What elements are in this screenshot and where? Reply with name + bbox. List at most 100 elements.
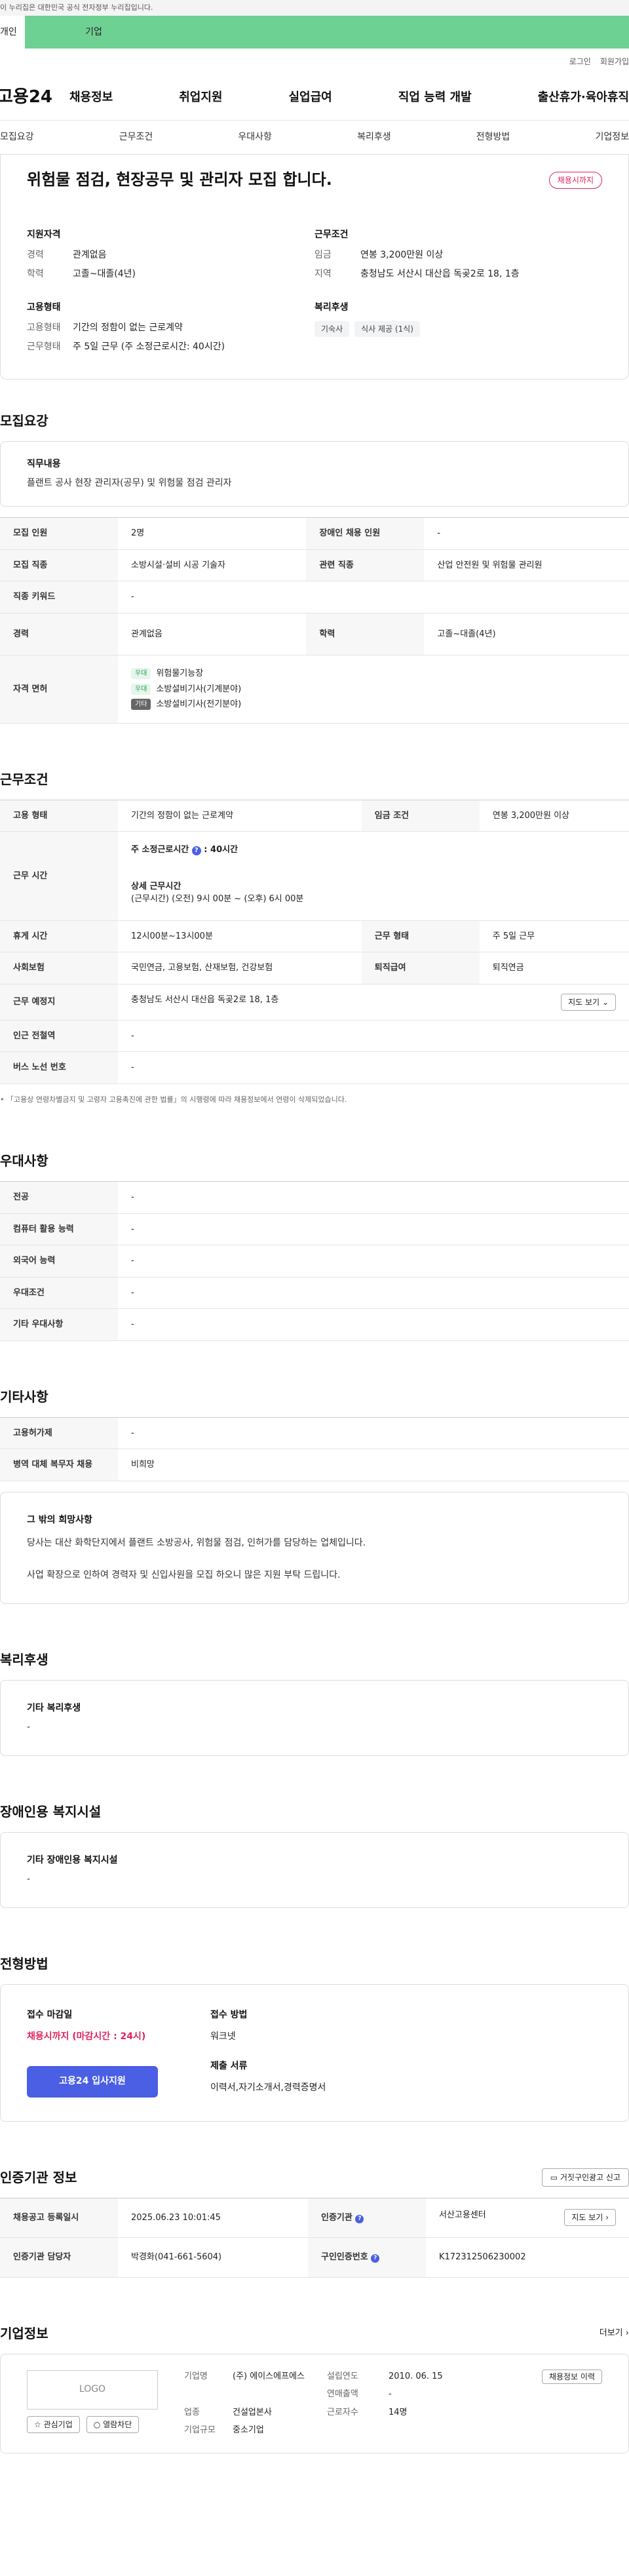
welfare-box: 기타 복리후생 - [0, 1679, 629, 1756]
menu-parental-leave[interactable]: 출산휴가·육아휴직 [538, 88, 629, 106]
table-row: 병역 대체 복무자 채용 비희망 [0, 1449, 629, 1481]
apply-button[interactable]: 고용24 입사지원 [27, 2065, 158, 2098]
section-anchors: 모집요강 근무조건 우대사항 복리후생 전형방법 기업정보 [0, 121, 629, 155]
age-note: • 「고용상 연령차별금지 및 고령자 고용촉진에 관한 법률」의 시행령에 따… [0, 1095, 347, 1104]
menu-training[interactable]: 직업 능력 개발 [398, 88, 472, 106]
anchor-pref[interactable]: 우대사항 [238, 130, 272, 144]
circle-icon: ○ [93, 2419, 101, 2429]
license-item: 기타 소방설비기사(전기분야) [131, 698, 616, 711]
chevron-down-icon: ⌄ [601, 997, 609, 1007]
table-row: 자격 면허 우대 위험물기능장 우대 소방설비기사(기계분야) 기타 소방설비기사(전… [0, 655, 629, 724]
table-row: 근무 예정지 충청남도 서산시 대산읍 독곶2로 18, 1층 지도 보기 ⌄ [0, 984, 629, 1021]
anchor-apply[interactable]: 전형방법 [476, 130, 510, 144]
disabled-title: 장애인용 복지시설 [0, 1803, 102, 1820]
summary-row: 경력 관계없음 [27, 250, 107, 260]
anchor-welfare[interactable]: 복리후생 [357, 130, 391, 144]
anchor-recruit[interactable]: 모집요강 [0, 130, 34, 144]
deadline-text: 채용시까지 (마감시간 : 24시) [27, 2031, 146, 2042]
table-row: 모집 인원 2명 장애인 채용 인원 - [0, 517, 629, 550]
report-button[interactable]: ▭ 거짓구인광고 신고 [541, 2168, 629, 2187]
qual-title: 지원자격 [27, 229, 61, 240]
table-row: 휴게 시간 12시00분~13시00분 근무 형태 주 5일 근무 [0, 920, 629, 952]
summary-row: 근무형태 주 5일 근무 (주 소정근로시간: 40시간) [27, 342, 225, 352]
star-icon: ☆ [34, 2419, 41, 2429]
duty-label: 직무내용 [27, 459, 61, 469]
deadline-badge: 채용시까지 [548, 172, 602, 189]
history-button[interactable]: 채용정보 이력 [541, 2369, 602, 2384]
recruit-title: 모집요강 [0, 413, 48, 429]
apply-box: 접수 마감일 채용시까지 (마감시간 : 24시) 고용24 입사지원 접수 방… [0, 1983, 629, 2122]
menu-employment-support[interactable]: 취업지원 [179, 88, 222, 106]
menu-unemployment-benefit[interactable]: 실업급여 [289, 88, 332, 106]
info-icon: ? [355, 2214, 364, 2223]
company-title: 기업정보 [0, 2325, 48, 2341]
table-row: 고용허가제 - [0, 1417, 629, 1449]
summary-row: 임금 연봉 3,200만원 이상 [314, 250, 444, 260]
info-icon: ? [191, 846, 201, 855]
map-view-button[interactable]: 지도 보기 ⌄ [561, 993, 616, 1011]
welfare-chip: 식사 제공 (1식) [354, 321, 420, 337]
favorite-button[interactable]: ☆ 관심기업 [27, 2415, 80, 2433]
user-type-tabs: 개인 기업 [0, 16, 629, 49]
info-icon: ? [371, 2254, 380, 2263]
cond-title: 근무조건 [314, 229, 349, 240]
company-box: LOGO ☆ 관심기업 ○ 열람차단 기업명 (주) 에이스에프에스 설립연도 20… [0, 2353, 629, 2453]
chevron-right-icon: › [625, 2328, 629, 2338]
apply-title: 전형방법 [0, 1955, 48, 1972]
main-menu: 채용정보 취업지원 실업급여 직업 능력 개발 출산휴가·육아휴직 [69, 88, 629, 106]
gov-notice-bar: 이 누리집은 대한민국 공식 전자정부 누리집입니다. [0, 0, 629, 16]
company-logo: LOGO [27, 2370, 158, 2410]
welfare-title: 복리후생 [314, 302, 349, 313]
welfare-chips: 기숙사 식사 제공 (1식) [314, 321, 602, 337]
table-row: 직종 키워드 - [0, 581, 629, 614]
pref-title: 우대사항 [0, 1153, 48, 1169]
summary-columns: 지원자격 경력 관계없음 학력 고졸~대졸(4년) 고용형태 고용형태 기간의 정함이… [27, 228, 602, 359]
utility-links: 로그인 회원가입 [0, 49, 629, 75]
global-nav: 고용24 채용정보 취업지원 실업급여 직업 능력 개발 출산휴가·육아휴직 [0, 75, 629, 121]
menu-jobs[interactable]: 채용정보 [69, 88, 113, 106]
license-item: 우대 위험물기능장 [131, 667, 616, 680]
table-row: 전공 - [0, 1181, 629, 1214]
table-row: 버스 노선 번호 - [0, 1051, 629, 1084]
gov-notice-text: 이 누리집은 대한민국 공식 전자정부 누리집입니다. [0, 3, 153, 12]
signup-link[interactable]: 회원가입 [600, 56, 629, 68]
megaphone-icon: ▭ [550, 2172, 558, 2182]
job-summary-card: 위험물 점검, 현장공무 및 관리자 모집 합니다. 채용시까지 지원자격 경력… [0, 155, 629, 380]
block-button[interactable]: ○ 열람차단 [86, 2415, 140, 2433]
type-title: 고용형태 [27, 302, 61, 313]
etc-table: 고용허가제 - 병역 대체 복무자 채용 비희망 [0, 1416, 629, 1481]
table-row: 인근 전철역 - [0, 1020, 629, 1052]
work-title: 근무조건 [0, 771, 48, 787]
wish-box: 그 밖의 희망사항 당사는 대산 화학단지에서 플랜트 소방공사, 위험물 점검… [0, 1491, 629, 1604]
chevron-right-icon: › [605, 2213, 609, 2223]
work-table: 고용 형태 기간의 정함이 없는 근로계약 임금 조건 연봉 3,200만원 이상 … [0, 799, 629, 1084]
table-row: 모집 직종 소방시설·설비 시공 기술자 관련 직종 산업 안전원 및 위험물 관리… [0, 549, 629, 581]
table-row: 외국어 능력 - [0, 1245, 629, 1278]
table-row: 인증기관 담당자 박경화(041-661-5604) 구인인증번호 ? K1723… [0, 2237, 629, 2278]
summary-row: 고용형태 기간의 정함이 없는 근로계약 [27, 322, 183, 333]
more-link[interactable]: 더보기 › [600, 2327, 629, 2340]
summary-left: 지원자격 경력 관계없음 학력 고졸~대졸(4년) 고용형태 고용형태 기간의 정함이… [27, 228, 314, 359]
agency-map-button[interactable]: 지도 보기 › [564, 2209, 616, 2227]
anchor-work[interactable]: 근무조건 [119, 130, 153, 144]
table-row: 컴퓨터 활용 능력 - [0, 1213, 629, 1245]
table-row: 우대조건 - [0, 1277, 629, 1309]
table-row: 사회보험 국민연금, 고용보험, 산재보험, 건강보험 퇴직급여 퇴직연금 [0, 952, 629, 985]
duty-box: 직무내용 플랜트 공사 현장 관리자(공무) 및 위험물 점검 관리자 [0, 441, 629, 507]
company-info: 기업명 (주) 에이스에프에스 설립연도 2010. 06. 15 연매출액 - 업종… [184, 2371, 443, 2436]
etc-title: 기타사항 [0, 1388, 48, 1405]
tab-personal[interactable]: 개인 [0, 16, 25, 49]
pref-table: 전공 - 컴퓨터 활용 능력 - 외국어 능력 - 우대조건 - 기타 우대사항 - [0, 1181, 629, 1341]
welfare-chip: 기숙사 [314, 321, 350, 337]
recruit-table: 모집 인원 2명 장애인 채용 인원 - 모집 직종 소방시설·설비 시공 기술자 관… [0, 517, 629, 724]
table-row: 기타 우대사항 - [0, 1308, 629, 1341]
agency-table: 채용공고 등록일시 2025.06.23 10:01:45 인증기관 ? 서산고용… [0, 2197, 629, 2278]
tab-company[interactable]: 기업 [25, 16, 162, 49]
login-link[interactable]: 로그인 [569, 56, 591, 68]
site-logo[interactable]: 고용24 [0, 85, 69, 110]
table-row: 경력 관계없음 학력 고졸~대졸(4년) [0, 613, 629, 655]
summary-row: 학력 고졸~대졸(4년) [27, 269, 136, 279]
license-item: 우대 소방설비기사(기계분야) [131, 683, 616, 696]
anchor-company[interactable]: 기업정보 [595, 130, 629, 144]
summary-row: 지역 충청남도 서산시 대산읍 독곶2로 18, 1층 [314, 269, 520, 279]
